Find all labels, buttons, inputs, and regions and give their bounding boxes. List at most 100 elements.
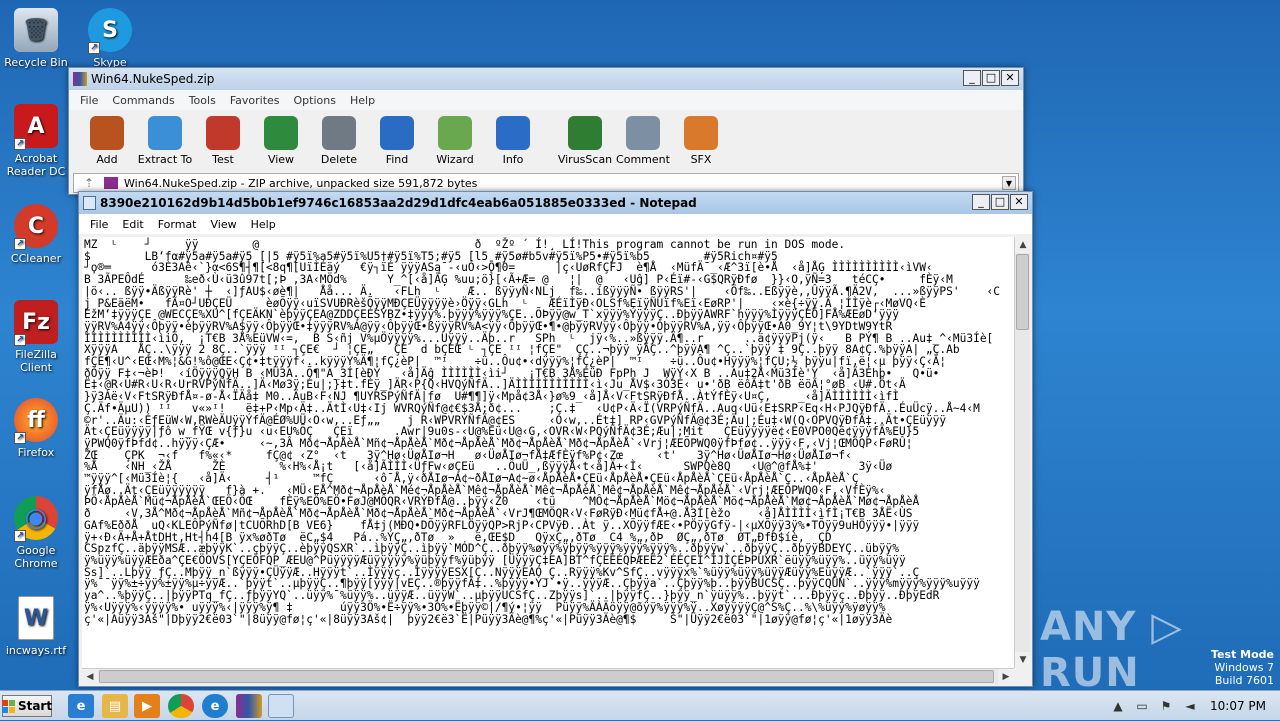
chrome-icon: ◉ ↗	[14, 496, 58, 542]
horizontal-scrollbar[interactable]: ◀ ▶	[82, 668, 1014, 685]
archive-path-text: Win64.NukeSped.zip - ZIP archive, unpack…	[124, 176, 478, 190]
toolbar-extract-to-button[interactable]: Extract To	[137, 116, 193, 170]
toolbar-test-button[interactable]: Test	[195, 116, 251, 170]
folder-icon	[148, 116, 182, 150]
up-folder-icon[interactable]: ⇡	[74, 176, 104, 190]
desktop-icon-incways-rtf[interactable]: W incways.rtf	[0, 596, 72, 657]
media-player-icon[interactable]: ▶	[134, 694, 160, 718]
minimize-button[interactable]: _	[963, 70, 981, 86]
menu-help[interactable]: Help	[343, 94, 382, 107]
add-icon	[90, 116, 124, 150]
edge-icon[interactable]: e	[202, 694, 228, 718]
menu-file[interactable]: File	[73, 94, 105, 107]
trash-icon	[322, 116, 356, 150]
text-line: GAf%EððÅ uQ‹KLEÔPýÑfø|tCUÕRhD[B VE6} fÅ‡…	[84, 518, 920, 532]
path-dropdown-button[interactable]: ▼	[1002, 176, 1016, 190]
toolbar-virusscan-button[interactable]: VirusScan	[557, 116, 613, 170]
skype-icon: S ↗	[88, 8, 132, 54]
file-explorer-icon[interactable]: ▤	[102, 694, 128, 718]
horizontal-scroll-thumb[interactable]	[99, 670, 994, 683]
winrar-toolbar: Add Extract To Test View Delete Find Wizard Inf…	[69, 110, 1023, 170]
test-icon	[206, 116, 240, 150]
text-line: |ö‹.. ßÿÿ•ÄßÿÿRè' ┼ ‹]ƒAU$‹øè¶| Åå... Ä.…	[84, 284, 1001, 298]
toolbar-info-button[interactable]: Info	[485, 116, 541, 170]
maximize-button[interactable]: □	[991, 194, 1009, 210]
winrar-titlebar[interactable]: Win64.NukeSped.zip _ □ ✕	[69, 68, 1023, 90]
book-icon	[264, 116, 298, 150]
action-center-flag-icon[interactable]: ⚑	[1158, 698, 1174, 714]
menu-help[interactable]: Help	[244, 218, 283, 231]
desktop-icon-label: FileZilla Client	[15, 348, 57, 374]
scroll-right-arrow[interactable]: ▶	[998, 669, 1014, 685]
zip-archive-icon	[104, 177, 118, 189]
maximize-button[interactable]: □	[982, 70, 1000, 86]
test-mode-line3: Build 7601	[1214, 674, 1274, 687]
test-mode-line2: Windows 7	[1214, 661, 1274, 674]
toolbar-button-label: Info	[502, 153, 524, 166]
desktop-icon-label: Firefox	[17, 446, 55, 459]
menu-view[interactable]: View	[204, 218, 244, 231]
comment-icon	[626, 116, 660, 150]
scroll-left-arrow[interactable]: ◀	[82, 669, 98, 685]
windows-logo-icon	[1, 699, 15, 713]
desktop-icon-skype[interactable]: S ↗ Skype	[74, 8, 146, 69]
notepad-titlebar[interactable]: 8390e210162d9b14d5b0b1ef9746c16853aa2d29…	[79, 192, 1032, 214]
notepad-taskbar-icon[interactable]	[268, 694, 294, 718]
network-icon[interactable]: ▭	[1134, 698, 1150, 714]
menu-edit[interactable]: Edit	[115, 218, 150, 231]
start-button[interactable]: Start	[1, 695, 53, 717]
winrar-window[interactable]: Win64.NukeSped.zip _ □ ✕ File Commands T…	[68, 67, 1024, 195]
text-area[interactable]: MZ ᴸ ┘ ÿÿ @ ð ºŽº ´ Í!¸ LÍ!This program …	[82, 237, 1014, 668]
toolbar-find-button[interactable]: Find	[369, 116, 425, 170]
desktop-icon-filezilla[interactable]: Fz ↗ FileZilla Client	[0, 300, 72, 374]
desktop-icon-label: Acrobat Reader DC	[6, 152, 66, 178]
firefox-icon: ff ↗	[14, 398, 58, 444]
toolbar-wizard-button[interactable]: Wizard	[427, 116, 483, 170]
taskbar-clock[interactable]: 10:07 PM	[1210, 699, 1266, 713]
menu-commands[interactable]: Commands	[105, 94, 181, 107]
toolbar-view-button[interactable]: View	[253, 116, 309, 170]
vertical-scroll-thumb[interactable]	[1016, 254, 1029, 330]
menu-options[interactable]: Options	[287, 94, 343, 107]
desktop-icon-recycle-bin[interactable]: 🗑 Recycle Bin	[0, 8, 72, 69]
wand-icon	[438, 116, 472, 150]
toolbar-button-label: Extract To	[137, 153, 193, 166]
vertical-scrollbar[interactable]: ▲ ▼	[1014, 237, 1031, 668]
desktop-icon-chrome[interactable]: ◉ ↗ Google Chrome	[0, 496, 72, 570]
internet-explorer-icon[interactable]: e	[68, 694, 94, 718]
menu-format[interactable]: Format	[151, 218, 204, 231]
winrar-taskbar-icon[interactable]	[236, 694, 262, 718]
toolbar-delete-button[interactable]: Delete	[311, 116, 367, 170]
text-line: ÿÿRV%A4ÿÿ‹Ôþÿÿ•èþÿÿRV%A$ÿÿ‹ÔþÿÿŒ•‡ÿÿÿRV%…	[84, 319, 893, 333]
scroll-down-arrow[interactable]: ▼	[1015, 652, 1031, 668]
desktop-icon-label: Google Chrome	[14, 544, 58, 570]
toolbar-add-button[interactable]: Add	[79, 116, 135, 170]
toolbar-button-label: Test	[212, 153, 234, 166]
notepad-window[interactable]: 8390e210162d9b14d5b0b1ef9746c16853aa2d29…	[78, 191, 1033, 687]
menu-file[interactable]: File	[83, 218, 115, 231]
minimize-button[interactable]: _	[972, 194, 990, 210]
chrome-taskbar-icon[interactable]	[168, 694, 194, 718]
desktop-icon-acrobat-reader[interactable]: A ↗ Acrobat Reader DC	[0, 104, 72, 178]
text-line: ÿ%‹Uÿÿÿ%‹ÿÿÿÿ%• uÿÿÿ%‹|ÿÿÿ%ÿ¶ ‡ úÿÿ3Ö%•Ë…	[84, 600, 886, 614]
toolbar-comment-button[interactable]: Comment	[615, 116, 671, 170]
desktop-icon-ccleaner[interactable]: C ↗ CCleaner	[0, 204, 72, 265]
volume-icon[interactable]: ◄	[1182, 698, 1198, 714]
scroll-up-arrow[interactable]: ▲	[1015, 237, 1031, 253]
info-icon	[496, 116, 530, 150]
menu-favorites[interactable]: Favorites	[223, 94, 287, 107]
desktop-icon-firefox[interactable]: ff ↗ Firefox	[0, 398, 72, 459]
recycle-bin-icon: 🗑	[14, 8, 58, 52]
start-label: Start	[17, 699, 53, 713]
close-button[interactable]: ✕	[1010, 194, 1028, 210]
close-button[interactable]: ✕	[1001, 70, 1019, 86]
toolbar-button-label: VirusScan	[557, 153, 613, 166]
menu-tools[interactable]: Tools	[182, 94, 223, 107]
word-document-icon: W	[18, 596, 54, 640]
text-line: fÇE¶‹U^‹EŒ‹M%¦&G!%ô@ŒE‹Ç¢•‡tÿÿÿf‹..kÿÿÿY…	[84, 355, 947, 369]
acrobat-icon: A ↗	[14, 104, 58, 150]
show-hidden-icons[interactable]: ▲	[1110, 698, 1126, 714]
text-line: MZ ᴸ ┘ ÿÿ @ ð ºŽº ´ Í!¸ LÍ!This program …	[84, 238, 846, 251]
toolbar-button-label: Find	[385, 153, 409, 166]
toolbar-sfx-button[interactable]: SFX	[673, 116, 729, 170]
